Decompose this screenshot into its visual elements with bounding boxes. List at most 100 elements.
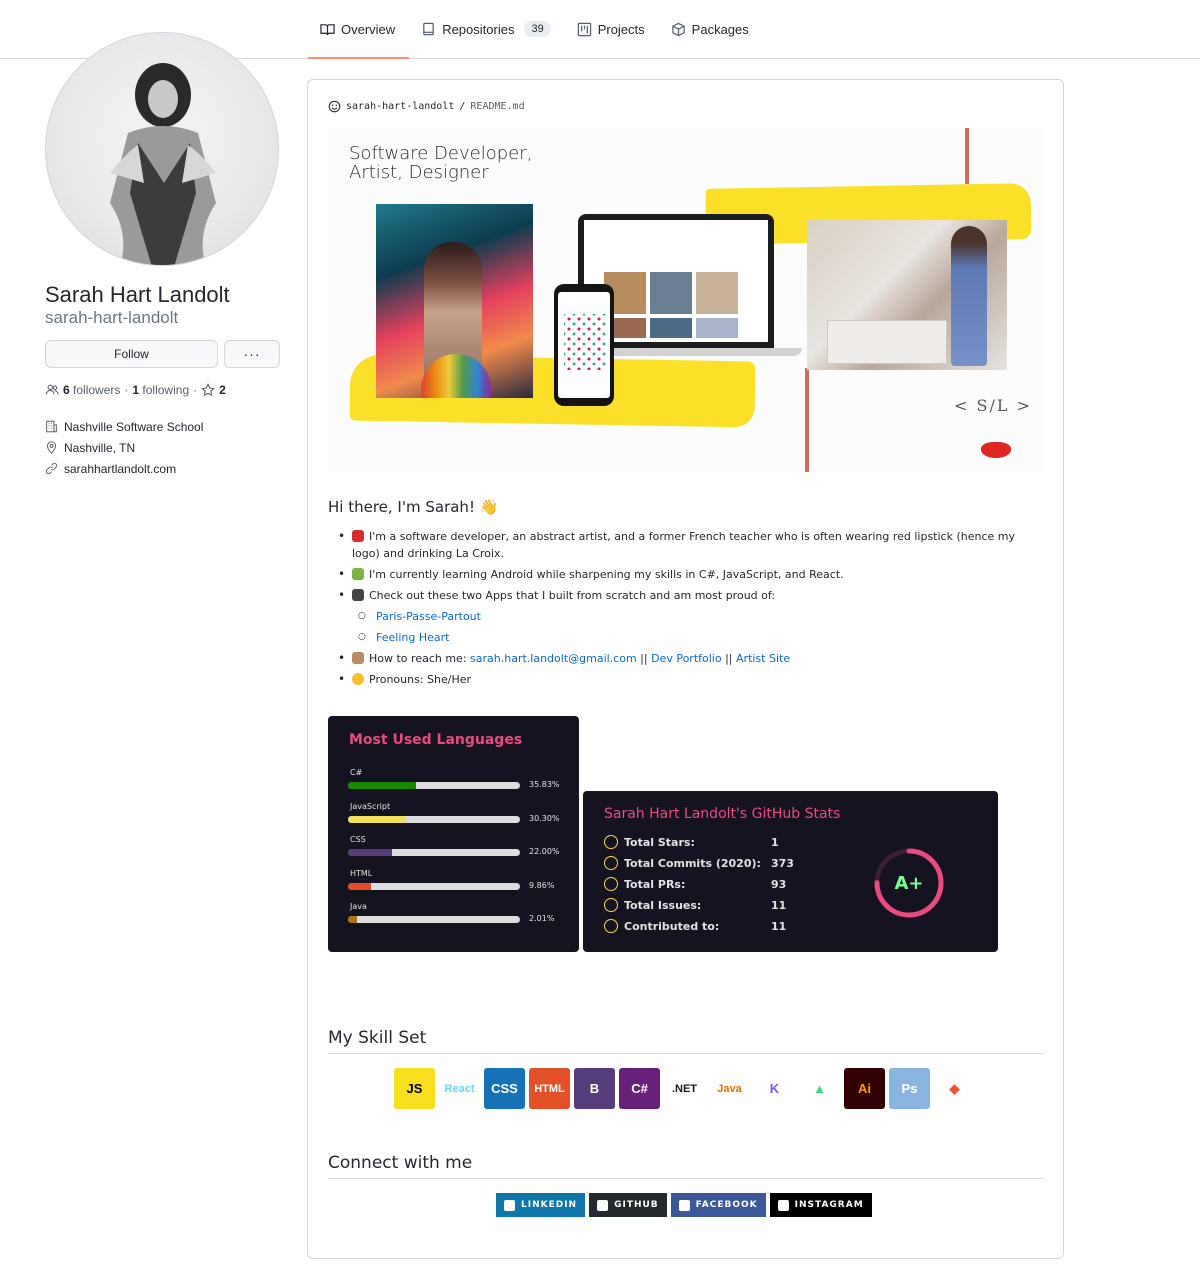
profile-organization: Nashville Software School — [45, 416, 203, 437]
readme-file-link[interactable]: README.md — [470, 101, 524, 112]
location-icon — [46, 441, 57, 454]
dev-portfolio-link[interactable]: Dev Portfolio — [651, 652, 722, 665]
language-bar-track — [348, 882, 520, 890]
language-percent: 9.86% — [529, 880, 555, 890]
repo-count-badge: 39 — [524, 21, 551, 37]
app-link-feeling-heart[interactable]: Feeling Heart — [376, 631, 449, 644]
smile-emoji-icon — [352, 673, 364, 685]
followers-label: followers — [73, 383, 121, 397]
kotlin-icon[interactable]: K — [754, 1068, 795, 1109]
star-icon — [604, 835, 618, 849]
package-icon — [671, 22, 685, 36]
android-icon[interactable]: ▲ — [799, 1068, 840, 1109]
linkedin-badge[interactable]: LINKEDIN — [496, 1193, 586, 1217]
more-options-button[interactable]: ··· — [224, 340, 280, 368]
banner-accent-line — [965, 128, 969, 184]
list-item: How to reach me: sarah.hart.landolt@gmai… — [336, 650, 1036, 667]
banner-title: Software Developer, Artist, Designer — [349, 143, 533, 183]
tab-repositories[interactable]: Repositories 39 — [409, 0, 565, 58]
html5-icon[interactable]: HTML — [529, 1068, 570, 1109]
language-bar-track — [348, 849, 520, 856]
stat-value: 11 — [771, 919, 787, 933]
csharp-icon[interactable]: C# — [619, 1068, 660, 1109]
bullet-text: Pronouns: She/Her — [369, 673, 472, 686]
phone-screen — [558, 292, 610, 398]
history-icon — [604, 856, 618, 870]
artist-site-link[interactable]: Artist Site — [736, 652, 790, 665]
book-icon — [320, 23, 335, 35]
language-bar-fill — [348, 849, 392, 856]
readme-greeting: Hi there, I'm Sarah! 👋 — [328, 498, 499, 516]
star-icon — [201, 383, 215, 397]
stat-label: Total Commits (2020): — [624, 856, 761, 870]
followers-count: 6 — [63, 383, 70, 397]
stars-count[interactable]: 2 — [219, 383, 226, 397]
tab-label: Packages — [691, 21, 749, 37]
readme-box: sarah-hart-landolt / README.md Software … — [307, 79, 1064, 1259]
tab-overview[interactable]: Overview — [308, 0, 410, 59]
java-icon[interactable]: Java — [709, 1068, 750, 1109]
tab-projects[interactable]: Projects — [565, 0, 659, 58]
list-item: I'm a software developer, an abstract ar… — [336, 528, 1036, 562]
bullet-text: How to reach me: — [369, 652, 467, 665]
follow-button[interactable]: Follow — [45, 340, 218, 368]
link-separator: || — [725, 652, 733, 665]
git-icon[interactable]: ◆ — [934, 1068, 975, 1109]
dot-separator: · — [193, 383, 198, 397]
website-link[interactable]: sarahhartlandolt.com — [64, 462, 176, 476]
css3-icon[interactable]: CSS — [484, 1068, 525, 1109]
connect-heading: Connect with me — [328, 1153, 1044, 1179]
language-percent: 30.30% — [529, 813, 560, 823]
language-bar-fill — [348, 782, 416, 789]
react-icon[interactable]: React — [439, 1068, 480, 1109]
app-link-paris[interactable]: Paris-Passe-Partout — [376, 610, 481, 623]
smiley-icon — [328, 100, 341, 113]
language-name: HTML — [350, 868, 373, 878]
seedling-emoji-icon — [352, 568, 364, 580]
github-stats-card[interactable]: Sarah Hart Landolt's GitHub Stats Total … — [583, 791, 998, 952]
following-link[interactable]: 1 following — [132, 383, 189, 397]
screen-tile — [696, 272, 738, 314]
language-percent: 35.83% — [529, 780, 560, 789]
dancer-emoji-icon — [352, 530, 364, 542]
instagram-badge[interactable]: INSTAGRAM — [769, 1193, 872, 1217]
lips-logo-icon — [981, 442, 1011, 458]
bootstrap-icon[interactable]: B — [574, 1068, 615, 1109]
linkedin-icon — [504, 1199, 515, 1211]
organization-icon — [46, 420, 57, 433]
most-used-languages-card[interactable]: Most Used Languages C# 35.83% JavaScript 30… — [328, 716, 579, 952]
language-percent: 2.01% — [529, 914, 555, 923]
language-bar-fill — [348, 882, 371, 890]
readme-bullet-list: I'm a software developer, an abstract ar… — [336, 528, 1036, 692]
project-icon — [577, 22, 591, 36]
shl-logo: < S/L > — [954, 396, 1032, 415]
avatar[interactable] — [45, 32, 279, 266]
readme-owner-link[interactable]: sarah-hart-landolt — [346, 101, 454, 112]
illustrator-icon[interactable]: Ai — [844, 1068, 885, 1109]
stats-row: Total Issues: 11 — [604, 895, 804, 915]
path-separator: / — [459, 101, 466, 112]
profile-website[interactable]: sarahhartlandolt.com — [45, 458, 203, 479]
list-item: I'm currently learning Android while sha… — [336, 566, 1036, 583]
javascript-icon[interactable]: JS — [394, 1068, 435, 1109]
stat-label: Total Issues: — [624, 898, 702, 912]
avatar-photo — [110, 63, 216, 265]
stat-label: Total Stars: — [624, 835, 695, 849]
instagram-icon — [777, 1199, 789, 1211]
list-item: Check out these two Apps that I built fr… — [336, 587, 1036, 604]
github-icon — [597, 1199, 609, 1211]
github-badge[interactable]: GITHUB — [589, 1193, 667, 1217]
email-link[interactable]: sarah.hart.landolt@gmail.com — [470, 652, 637, 665]
badge-label: GITHUB — [614, 1200, 659, 1210]
link-separator: || — [640, 652, 648, 665]
language-row: HTML 9.86% — [348, 869, 568, 903]
location-text: Nashville, TN — [64, 440, 136, 455]
photoshop-icon[interactable]: Ps — [889, 1068, 930, 1109]
tab-packages[interactable]: Packages — [659, 0, 763, 58]
dotnet-icon[interactable]: .NET — [664, 1068, 705, 1109]
followers-link[interactable]: 6 followers — [63, 383, 120, 397]
link-icon — [45, 462, 58, 475]
language-row: Java 2.01% — [348, 902, 568, 936]
readme-banner: Software Developer, Artist, Designer < S… — [328, 128, 1044, 472]
facebook-badge[interactable]: FACEBOOK — [670, 1193, 766, 1217]
